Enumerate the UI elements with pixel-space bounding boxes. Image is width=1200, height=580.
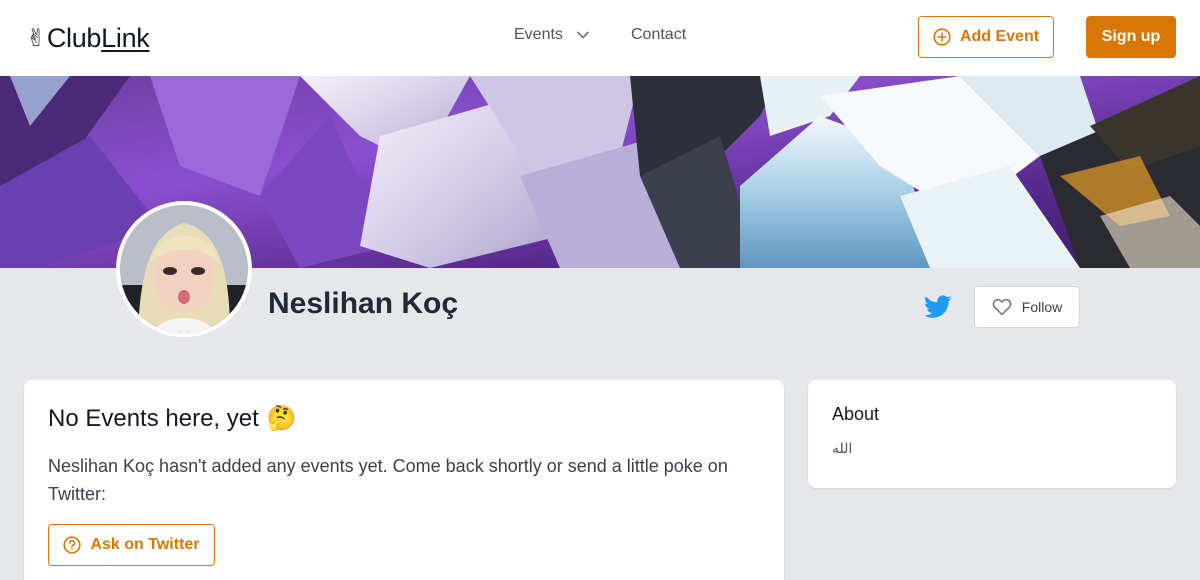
about-text: الله — [832, 440, 853, 456]
heart-icon — [992, 298, 1012, 316]
clublink-logo[interactable]: ✌ Club Link — [26, 22, 150, 54]
profile-avatar — [116, 201, 252, 337]
thinking-face-icon: 🤔 — [266, 405, 297, 432]
nav-events-dropdown[interactable]: Events — [514, 26, 589, 44]
add-event-label: Add Event — [959, 28, 1040, 45]
sign-up-button[interactable]: Sign up — [1086, 16, 1176, 58]
plus-circle-icon — [933, 28, 951, 46]
events-card: No Events here, yet 🤔 Neslihan Koç hasn'… — [24, 380, 784, 580]
follow-button[interactable]: Follow — [974, 286, 1080, 328]
events-card-title-row: No Events here, yet 🤔 — [48, 404, 297, 433]
follow-label: Follow — [1021, 299, 1063, 315]
nav-events-label: Events — [514, 26, 563, 43]
ask-on-twitter-label: Ask on Twitter — [90, 536, 200, 553]
logo-text-club: Club — [46, 22, 102, 53]
ask-on-twitter-button[interactable]: Ask on Twitter — [48, 524, 215, 566]
question-circle-icon — [63, 536, 82, 554]
about-title: About — [832, 404, 880, 424]
logo-text-link: Link — [101, 22, 150, 53]
about-card: About الله — [808, 380, 1176, 488]
twitter-icon[interactable] — [924, 295, 952, 319]
victory-hand-icon: ✌ — [26, 24, 46, 52]
top-navigation-bar: ✌ Club Link Events Contact Add Event Sign … — [0, 0, 1200, 76]
profile-name: Neslihan Koç — [268, 287, 459, 320]
no-events-message: Neslihan Koç hasn't added any events yet… — [48, 456, 728, 504]
add-event-button[interactable]: Add Event — [918, 16, 1054, 58]
events-card-title: No Events here, yet — [48, 404, 259, 432]
nav-contact-link[interactable]: Contact — [631, 26, 686, 44]
chevron-down-icon — [577, 31, 589, 39]
